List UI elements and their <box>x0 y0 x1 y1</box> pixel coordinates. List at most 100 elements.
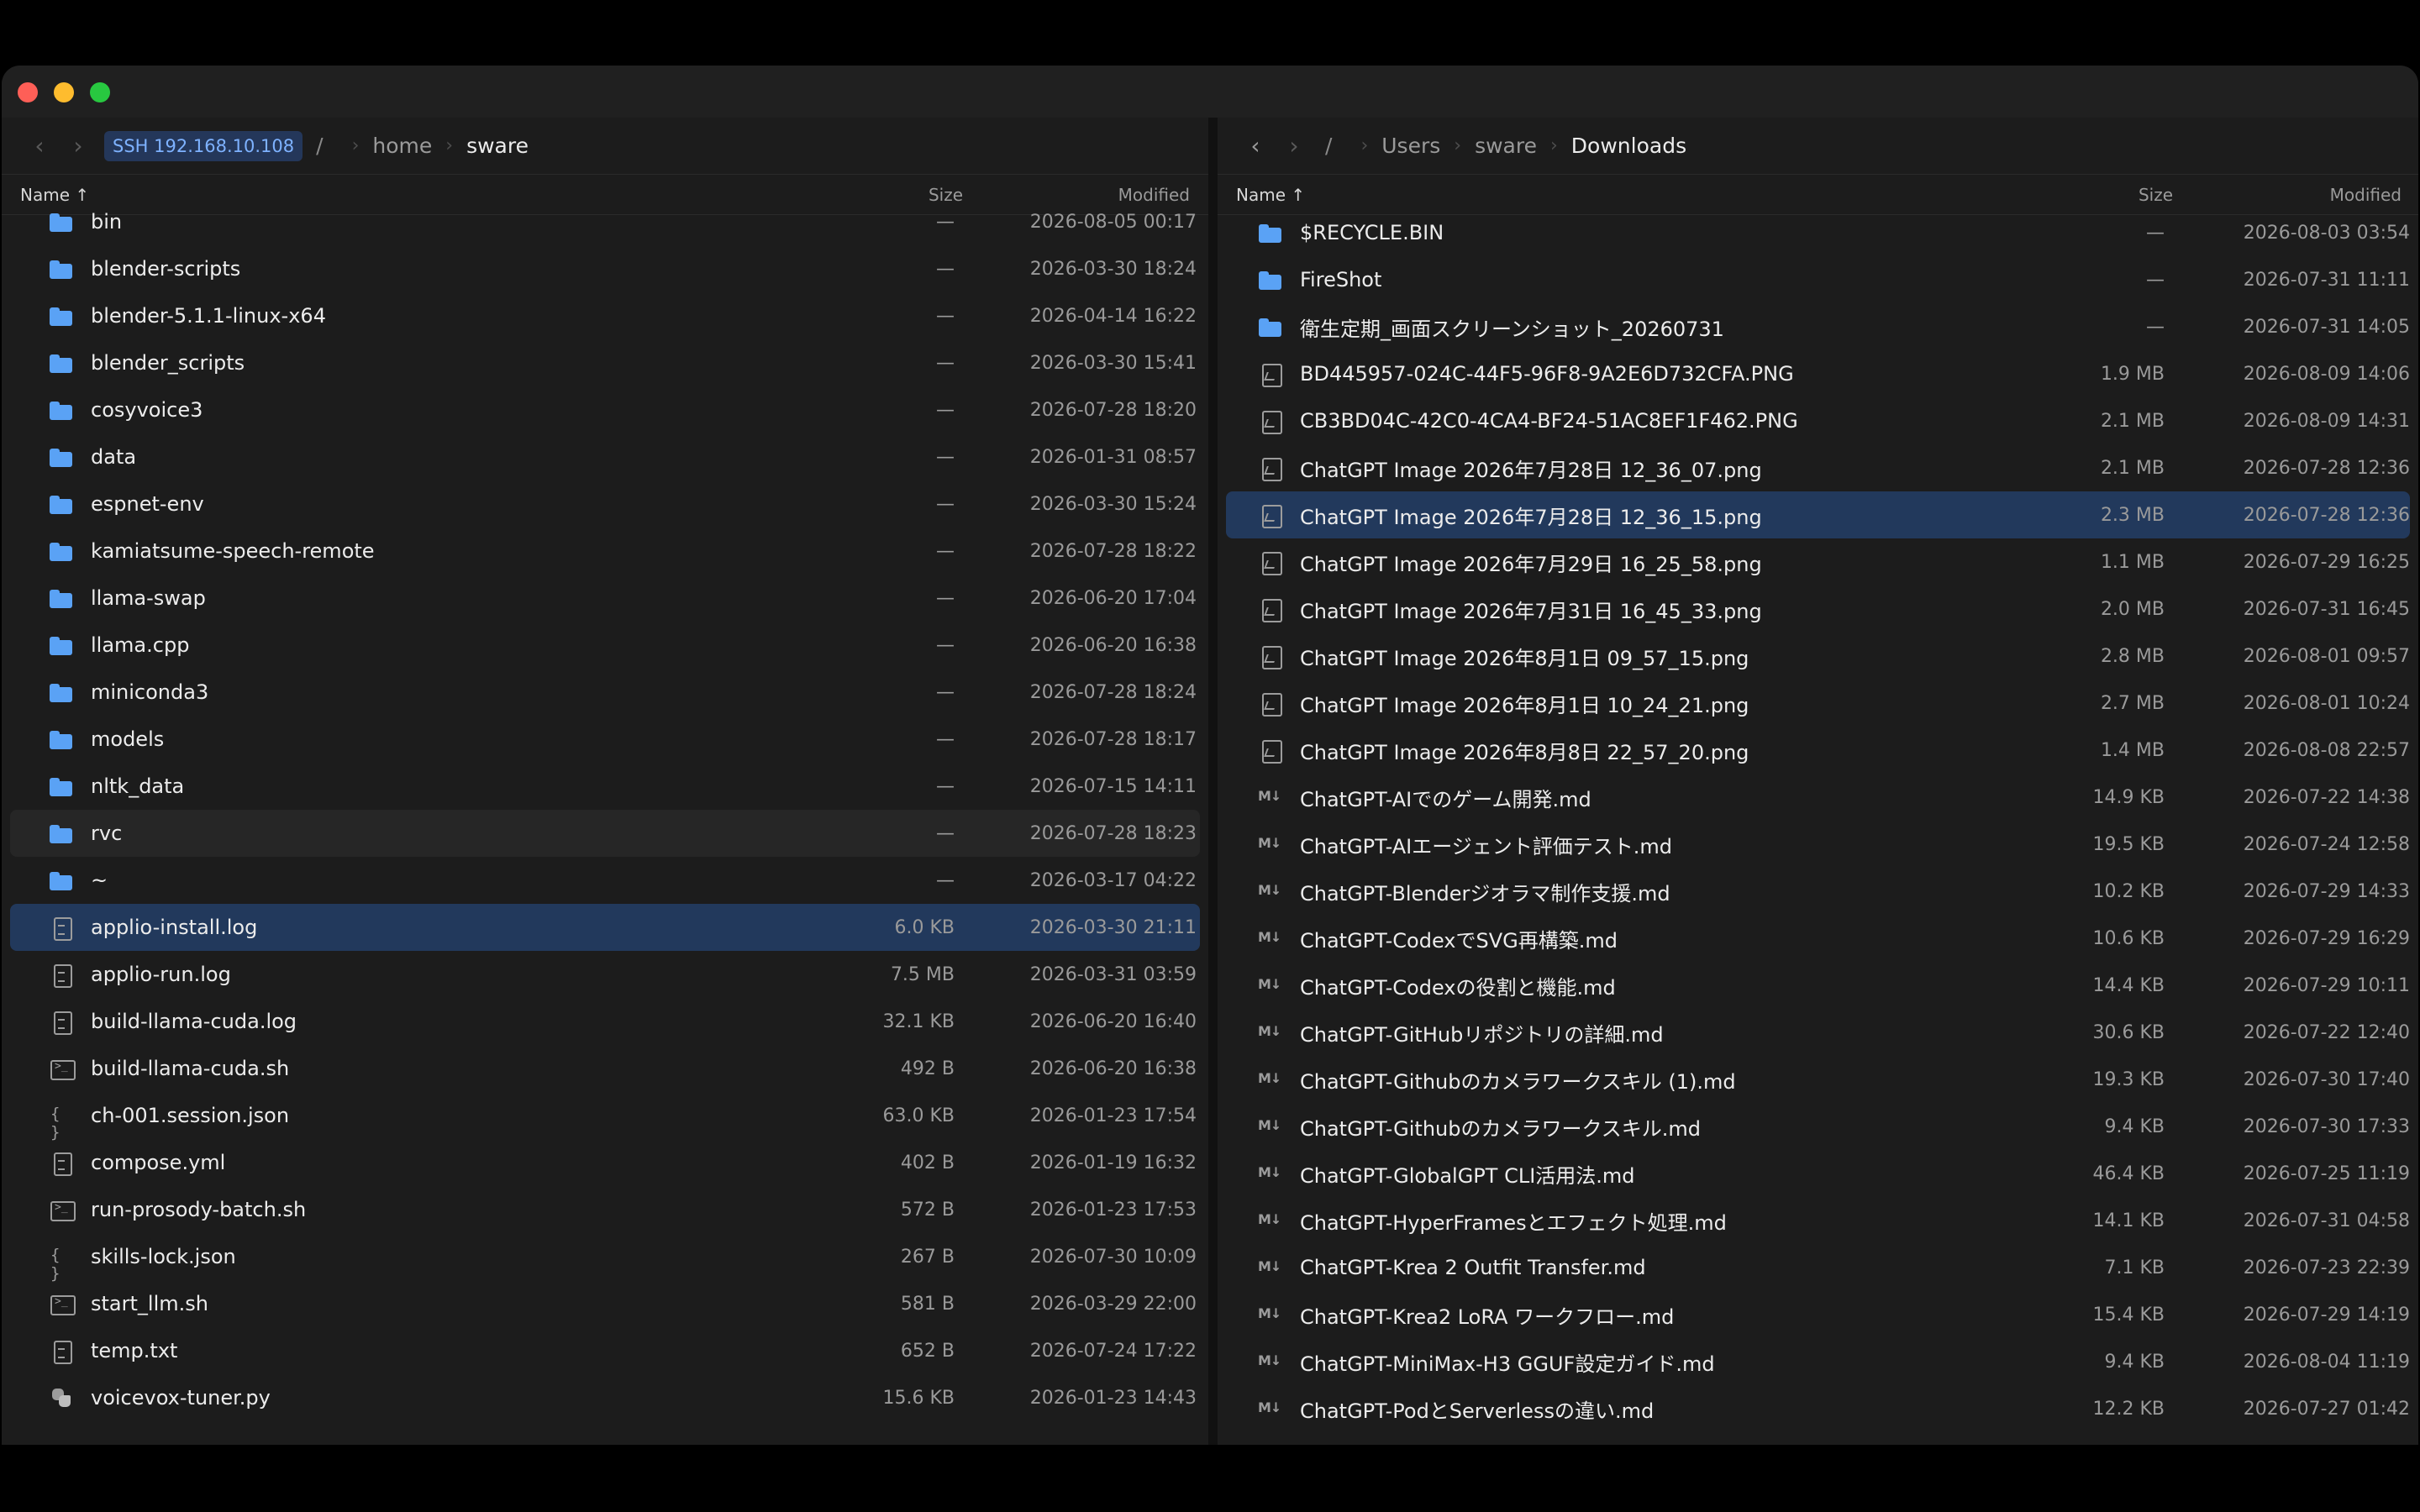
table-row[interactable]: ChatGPT Image 2026年7月29日 16_25_58.png 1.1… <box>1226 538 2410 585</box>
size-column-header[interactable]: Size <box>1954 185 2173 205</box>
table-row[interactable]: miniconda3 — 2026-07-28 18:24 <box>10 669 1200 716</box>
markdown-icon <box>1258 1304 1283 1326</box>
breadcrumb-home[interactable]: home <box>372 134 432 158</box>
file-name: ChatGPT-CodexでSVG再構築.md <box>1300 928 1618 953</box>
table-row[interactable]: ChatGPT-Codexの役割と機能.md 14.4 KB 2026-07-29 … <box>1226 962 2410 1009</box>
table-row[interactable]: ChatGPT-CodexでSVG再構築.md 10.6 KB 2026-07-29… <box>1226 915 2410 962</box>
table-row[interactable]: nltk_data — 2026-07-15 14:11 <box>10 763 1200 810</box>
file-size: 14.4 KB <box>2092 974 2165 996</box>
file-modified: 2026-07-24 12:58 <box>2243 833 2410 855</box>
breadcrumb-sware[interactable]: sware <box>1475 134 1537 158</box>
table-row[interactable]: ChatGPT Image 2026年8月1日 09_57_15.png 2.8 … <box>1226 633 2410 680</box>
file-modified: 2026-07-29 14:33 <box>2243 880 2410 902</box>
forward-icon[interactable]: › <box>59 132 97 160</box>
ssh-host-badge[interactable]: SSH 192.168.10.108 <box>104 130 303 161</box>
back-icon[interactable]: ‹ <box>20 132 59 160</box>
markdown-icon <box>1258 1210 1283 1231</box>
table-row[interactable]: ChatGPT-Krea 2 Outfit Transfer.md 7.1 KB 2… <box>1226 1244 2410 1291</box>
table-row[interactable]: ChatGPT Image 2026年8月8日 22_57_20.png 1.4 … <box>1226 727 2410 774</box>
pane-splitter[interactable] <box>1208 118 1218 1445</box>
image-file-icon <box>1258 363 1283 387</box>
table-row[interactable]: applio-install.log 6.0 KB 2026-03-30 21:11 <box>10 904 1200 951</box>
table-row[interactable]: blender-scripts — 2026-03-30 18:24 <box>10 245 1200 292</box>
table-row[interactable]: ChatGPT-GitHubリポジトリの詳細.md 30.6 KB 2026-07-… <box>1226 1009 2410 1056</box>
chevron-right-icon: › <box>1549 135 1558 156</box>
table-row[interactable]: BD445957-024C-44F5-96F8-9A2E6D732CFA.PNG… <box>1226 350 2410 397</box>
table-row[interactable]: applio-run.log 7.5 MB 2026-03-31 03:59 <box>10 951 1200 998</box>
table-row[interactable]: ChatGPT-MiniMax-H3 GGUF設定ガイド.md 9.4 KB 202… <box>1226 1338 2410 1385</box>
file-modified: 2026-07-24 17:22 <box>1029 1340 1197 1362</box>
file-name: compose.yml <box>91 1151 226 1174</box>
table-row[interactable]: skills-lock.json 267 B 2026-07-30 10:09 <box>10 1233 1200 1283</box>
table-row[interactable]: bin — 2026-08-05 00:17 <box>10 198 1200 245</box>
file-modified: 2026-08-04 11:19 <box>2243 1351 2410 1373</box>
table-row[interactable]: start_llm.sh 581 B 2026-03-29 22:00 <box>10 1280 1200 1327</box>
file-list: $RECYCLE.BIN — 2026-08-03 03:54 FireShot — 20… <box>1218 209 2418 1432</box>
table-row[interactable]: ChatGPT Image 2026年7月28日 12_36_15.png 2.3… <box>1226 491 2410 538</box>
document-icon <box>49 1340 74 1364</box>
back-icon[interactable]: ‹ <box>1236 132 1275 160</box>
table-row[interactable]: ChatGPT-AIでのゲーム開発.md 14.9 KB 2026-07-22 14… <box>1226 774 2410 821</box>
file-modified: 2026-07-28 12:36 <box>2243 504 2410 526</box>
table-row[interactable]: run-prosody-batch.sh 572 B 2026-01-23 17:5… <box>10 1186 1200 1233</box>
chevron-right-icon: › <box>351 135 360 156</box>
file-modified: 2026-04-14 16:22 <box>1029 305 1197 327</box>
table-row[interactable]: ChatGPT-Blenderジオラマ制作支援.md 10.2 KB 2026-07… <box>1226 868 2410 915</box>
table-row[interactable]: ~ — 2026-03-17 04:22 <box>10 857 1200 904</box>
table-row[interactable]: ChatGPT-AIエージェント評価テスト.md 19.5 KB 2026-07-2… <box>1226 821 2410 868</box>
breadcrumb-users[interactable]: Users <box>1381 134 1440 158</box>
table-row[interactable]: ChatGPT-HyperFramesとエフェクト処理.md 14.1 KB 202… <box>1226 1197 2410 1244</box>
table-row[interactable]: espnet-env — 2026-03-30 15:24 <box>10 480 1200 528</box>
table-row[interactable]: $RECYCLE.BIN — 2026-08-03 03:54 <box>1226 209 2410 256</box>
table-row[interactable]: llama.cpp — 2026-06-20 16:38 <box>10 622 1200 669</box>
table-row[interactable]: build-llama-cuda.sh 492 B 2026-06-20 16:38 <box>10 1045 1200 1092</box>
table-row[interactable]: ChatGPT-Githubのカメラワークスキル (1).md 19.3 KB 20… <box>1226 1056 2410 1103</box>
table-row[interactable]: build-llama-cuda.log 32.1 KB 2026-06-20 16… <box>10 998 1200 1045</box>
table-row[interactable]: FireShot — 2026-07-31 11:11 <box>1226 256 2410 303</box>
table-row[interactable]: CB3BD04C-42C0-4CA4-BF24-51AC8EF1F462.PNG… <box>1226 397 2410 444</box>
table-row[interactable]: ChatGPT-Githubのカメラワークスキル.md 9.4 KB 2026-07… <box>1226 1103 2410 1150</box>
table-row[interactable]: ChatGPT-Krea2 LoRA ワークフロー.md 15.4 KB 2026-… <box>1226 1291 2410 1338</box>
table-row[interactable]: ch-001.session.json 63.0 KB 2026-01-23 17:… <box>10 1092 1200 1142</box>
table-row[interactable]: data — 2026-01-31 08:57 <box>10 433 1200 480</box>
table-row[interactable]: kamiatsume-speech-remote — 2026-07-28 18:2… <box>10 528 1200 575</box>
table-row[interactable]: ChatGPT Image 2026年7月28日 12_36_07.png 2.1… <box>1226 444 2410 491</box>
file-size: — <box>936 305 955 327</box>
table-row[interactable]: ChatGPT Image 2026年8月1日 10_24_21.png 2.7 … <box>1226 680 2410 727</box>
modified-column-header[interactable]: Modified <box>2173 185 2418 205</box>
file-size: 32.1 KB <box>882 1011 955 1032</box>
table-row[interactable]: llama-swap — 2026-06-20 17:04 <box>10 575 1200 622</box>
table-row[interactable]: rvc — 2026-07-28 18:23 <box>10 810 1200 857</box>
table-row[interactable]: ChatGPT-PodとServerlessの違い.md 12.2 KB 2026-… <box>1226 1385 2410 1432</box>
file-name: ChatGPT Image 2026年8月8日 22_57_20.png <box>1300 740 1749 764</box>
file-size: — <box>936 869 955 891</box>
file-name: ~ <box>91 869 108 892</box>
file-size: — <box>936 728 955 750</box>
table-row[interactable]: voicevox-tuner.py 15.6 KB 2026-01-23 14:43 <box>10 1374 1200 1421</box>
root-crumb[interactable]: / <box>316 134 323 158</box>
minimize-window-button[interactable] <box>54 82 74 102</box>
file-size: 402 B <box>900 1152 955 1173</box>
table-row[interactable]: 衛生定期_画面スクリーンショット_20260731 — 2026-07-31 14:… <box>1226 303 2410 350</box>
table-row[interactable]: compose.yml 402 B 2026-01-19 16:32 <box>10 1139 1200 1186</box>
name-column-header[interactable]: Name ↑ <box>1218 185 1954 205</box>
table-row[interactable]: blender-5.1.1-linux-x64 — 2026-04-14 16:22 <box>10 292 1200 339</box>
table-row[interactable]: models — 2026-07-28 18:17 <box>10 716 1200 763</box>
forward-icon[interactable]: › <box>1275 132 1313 160</box>
table-row[interactable]: temp.txt 652 B 2026-07-24 17:22 <box>10 1327 1200 1374</box>
terminal-icon <box>49 1058 76 1080</box>
document-icon <box>49 1152 74 1176</box>
table-row[interactable]: ChatGPT Image 2026年7月31日 16_45_33.png 2.0… <box>1226 585 2410 633</box>
breadcrumb-sware[interactable]: sware <box>466 134 529 158</box>
root-crumb[interactable]: / <box>1325 134 1332 158</box>
zoom-window-button[interactable] <box>90 82 110 102</box>
file-size: 1.1 MB <box>2100 551 2165 573</box>
file-name: skills-lock.json <box>91 1245 236 1268</box>
breadcrumb-downloads[interactable]: Downloads <box>1571 134 1686 158</box>
close-window-button[interactable] <box>18 82 38 102</box>
table-row[interactable]: ChatGPT-GlobalGPT CLI活用法.md 46.4 KB 2026-0… <box>1226 1150 2410 1197</box>
file-modified: 2026-06-20 16:38 <box>1029 634 1197 656</box>
table-row[interactable]: cosyvoice3 — 2026-07-28 18:20 <box>10 386 1200 433</box>
file-size: — <box>2146 222 2165 244</box>
table-row[interactable]: blender_scripts — 2026-03-30 15:41 <box>10 339 1200 386</box>
